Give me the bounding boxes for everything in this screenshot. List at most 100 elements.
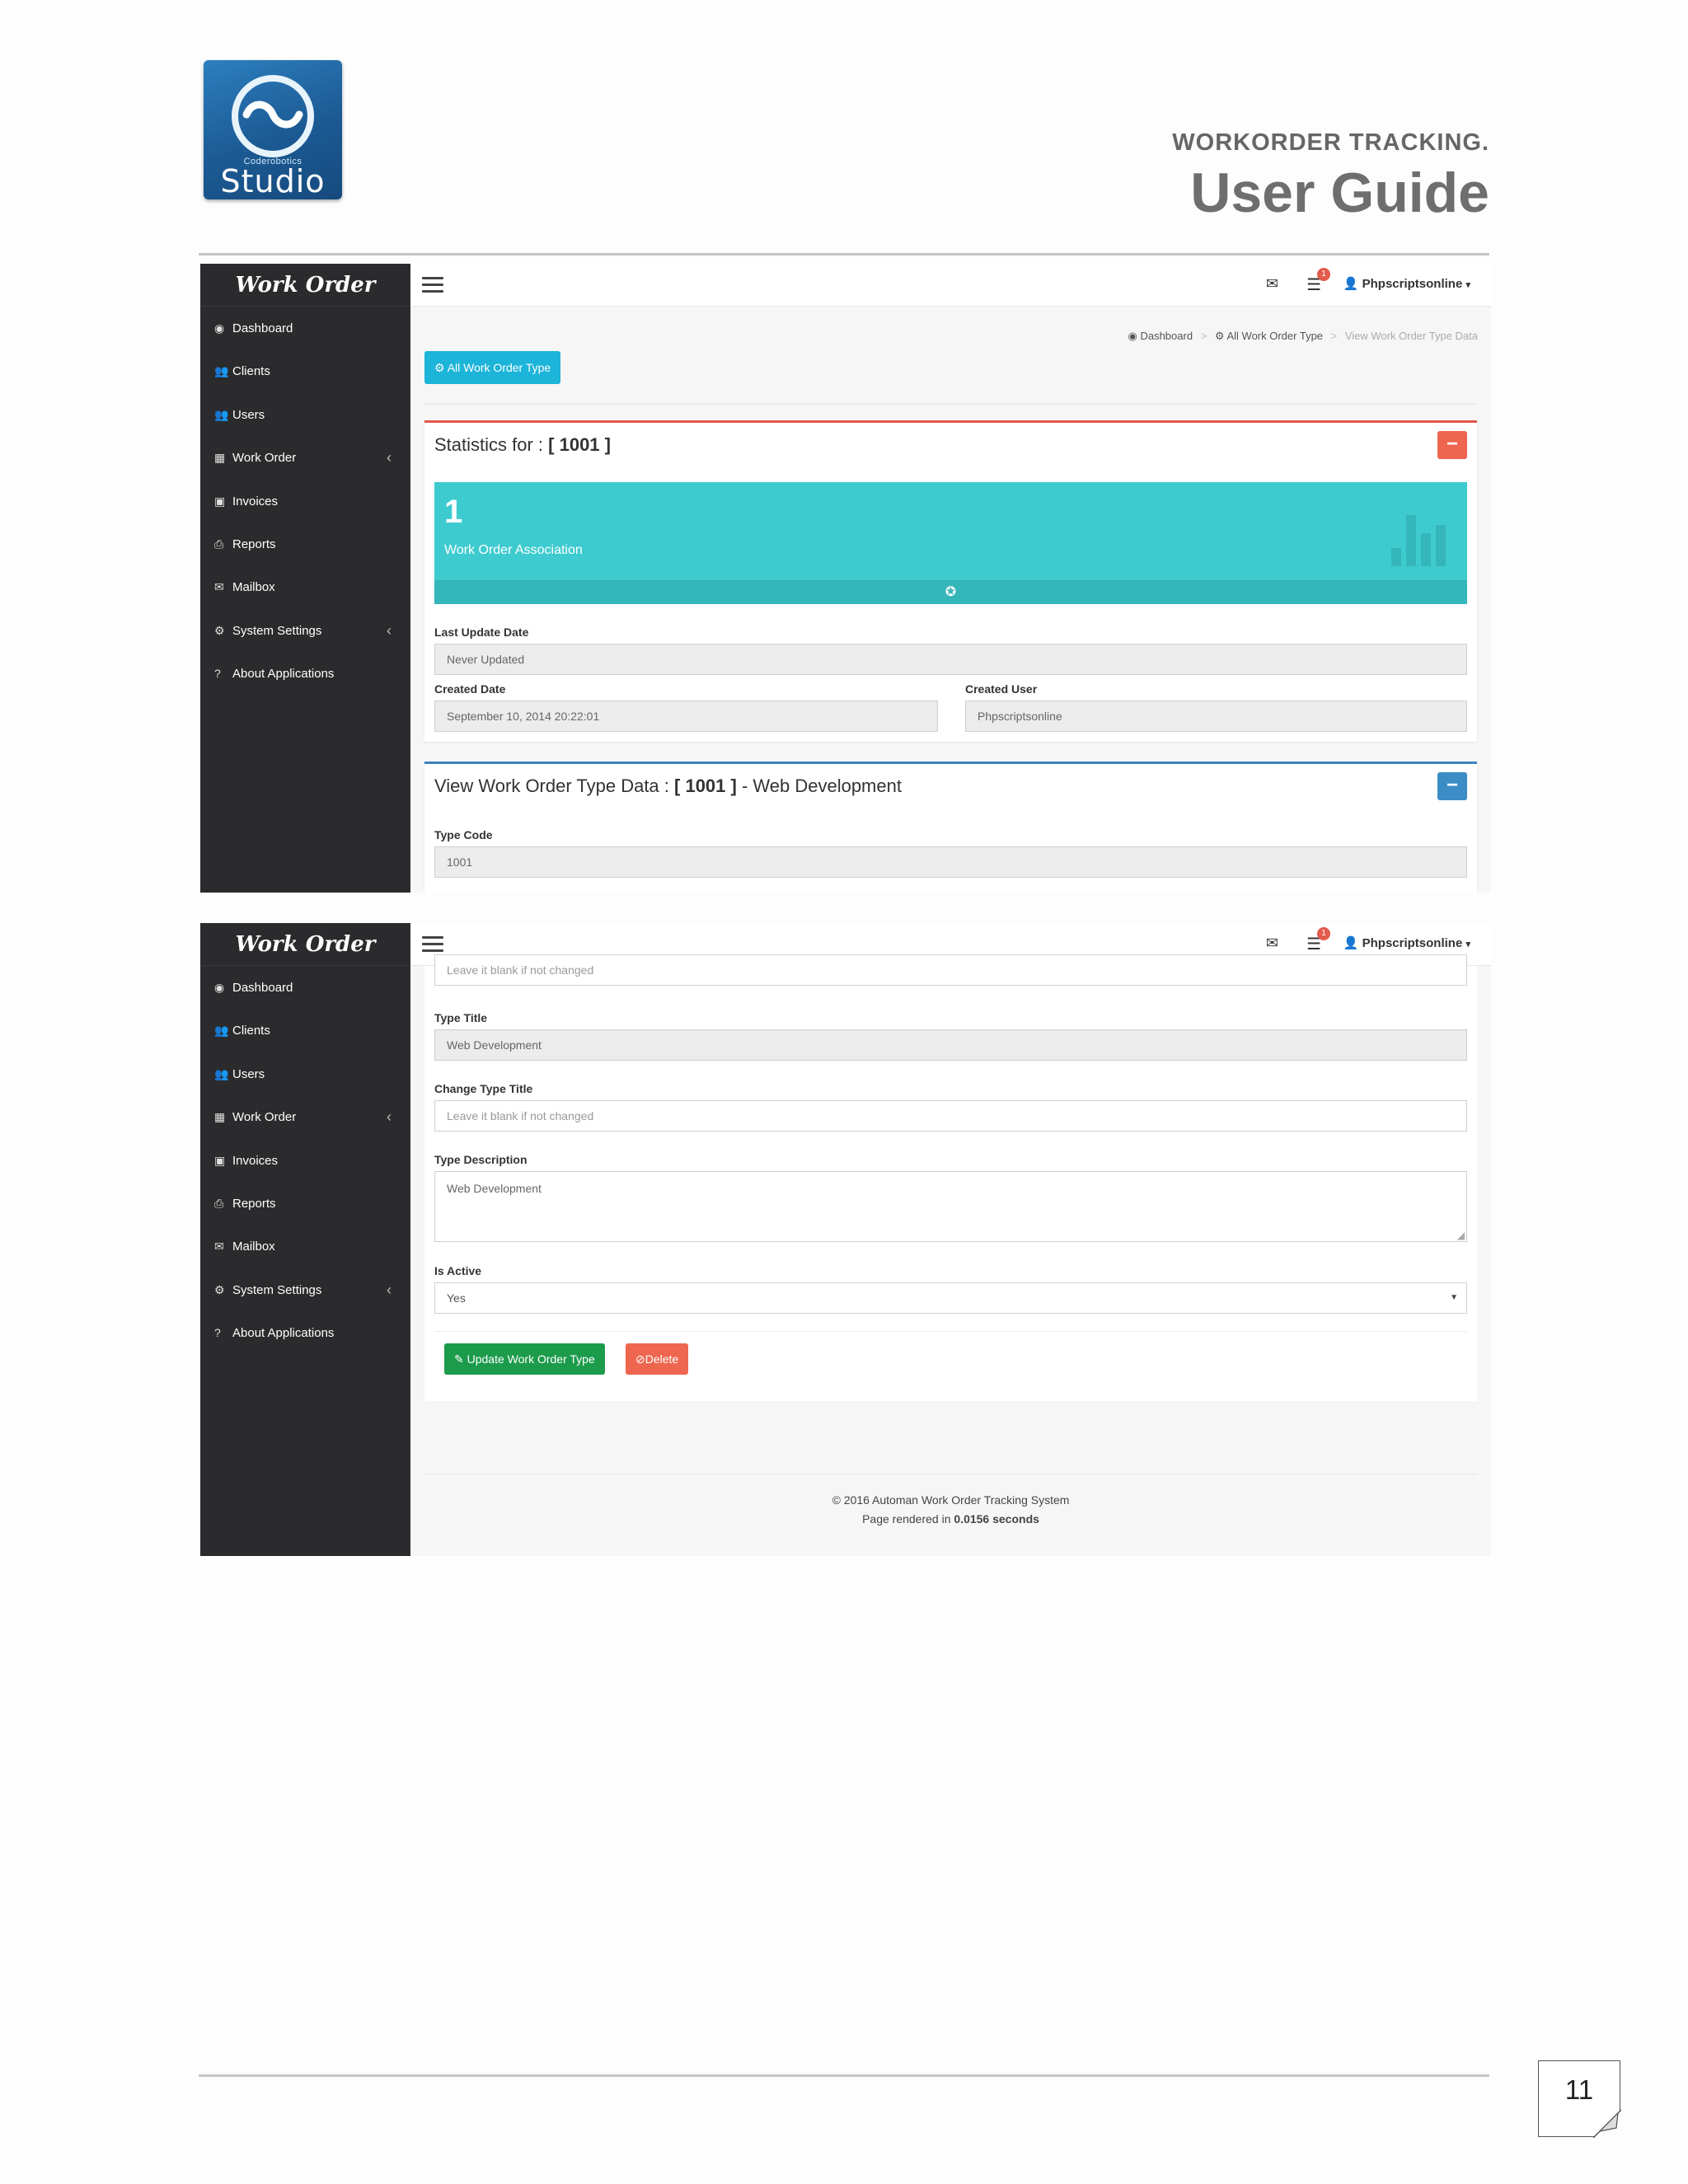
sidebar-item-users[interactable]: 👥 Users: [200, 393, 410, 436]
notification-badge: 1: [1317, 927, 1330, 940]
view-title-prefix: View Work Order Type Data :: [434, 776, 675, 796]
sidebar-item-label: Users: [232, 407, 265, 422]
chevron-left-icon: ‹: [387, 1108, 392, 1126]
sidebar-item-invoices[interactable]: ▣ Invoices: [200, 1139, 410, 1182]
sidebar-item-label: Users: [232, 1066, 265, 1081]
doc-title: User Guide: [1190, 162, 1489, 224]
hamburger-menu-icon[interactable]: [422, 936, 443, 956]
sidebar-item-invoices[interactable]: ▣ Invoices: [200, 480, 410, 523]
main-content: ◉ Dashboard > ⚙ All Work Order Type > Vi…: [410, 307, 1491, 893]
money-icon: ▣: [214, 494, 226, 508]
sidebar-item-clients[interactable]: 👥 Clients: [200, 349, 410, 392]
envelope-icon[interactable]: ✉: [1266, 275, 1278, 293]
statistics-title: Statistics for : [ 1001 ]: [434, 434, 611, 456]
sidebar-item-system-settings[interactable]: ⚙ System Settings ‹: [200, 1268, 410, 1311]
last-update-field: Never Updated: [434, 644, 1467, 675]
type-description-value: Web Development: [447, 1182, 542, 1195]
breadcrumb: ◉ Dashboard > ⚙ All Work Order Type > Vi…: [1128, 330, 1478, 342]
sidebar-item-dashboard[interactable]: ◉ Dashboard: [200, 307, 410, 349]
sidebar-item-reports[interactable]: ⎙ Reports: [200, 523, 410, 565]
sidebar-item-mailbox[interactable]: ✉ Mailbox: [200, 1225, 410, 1268]
bar-chart-icon: [1391, 515, 1446, 566]
sidebar-item-clients[interactable]: 👥 Clients: [200, 1009, 410, 1052]
sidebar-item-label: About Applications: [232, 667, 335, 682]
print-icon: ⎙: [214, 1196, 224, 1210]
render-time-value: 0.0156 seconds: [954, 1512, 1039, 1526]
users-icon: 👥: [214, 1066, 229, 1080]
is-active-label: Is Active: [434, 1264, 482, 1277]
sidebar-item-about[interactable]: ? About Applications: [200, 652, 410, 695]
user-icon: 👤: [1343, 936, 1359, 950]
footer-copyright: © 2016 Automan Work Order Tracking Syste…: [832, 1493, 1070, 1507]
stat-number: 1: [444, 494, 463, 530]
created-date-field: September 10, 2014 20:22:01: [434, 701, 938, 732]
last-update-label: Last Update Date: [434, 626, 529, 639]
sidebar-item-label: System Settings: [232, 1282, 322, 1297]
arrow-circle-icon: ✪: [945, 585, 957, 599]
sidebar: Work Order ◉ Dashboard 👥 Clients 👥 Users ▦ W…: [200, 264, 410, 893]
user-name: Phpscriptsonline: [1362, 277, 1463, 291]
all-work-order-type-button[interactable]: ⚙ All Work Order Type: [424, 351, 561, 384]
breadcrumb-dashboard[interactable]: Dashboard: [1140, 330, 1193, 342]
sidebar-item-work-order[interactable]: ▦ Work Order ‹: [200, 436, 410, 479]
stat-footer-link[interactable]: ✪: [434, 580, 1467, 604]
statistics-title-id: [ 1001 ]: [548, 434, 611, 455]
chart-icon: ▦: [214, 1110, 226, 1124]
envelope-icon[interactable]: ✉: [1266, 935, 1278, 952]
sidebar-item-dashboard[interactable]: ◉ Dashboard: [200, 966, 410, 1009]
gear-icon: ⚙: [1214, 330, 1225, 342]
cogs-icon: ⚙: [214, 623, 225, 637]
stat-card: 1 Work Order Association ✪: [434, 482, 1467, 604]
page-number: 11: [1564, 2074, 1594, 2105]
sidebar-item-system-settings[interactable]: ⚙ System Settings ‹: [200, 609, 410, 652]
caret-down-icon: ▾: [1465, 280, 1470, 290]
hamburger-menu-icon[interactable]: [422, 277, 443, 297]
created-date-label: Created Date: [434, 682, 506, 696]
user-menu[interactable]: 👤 Phpscriptsonline ▾: [1343, 935, 1470, 950]
user-menu[interactable]: 👤 Phpscriptsonline ▾: [1343, 276, 1470, 291]
change-type-code-input[interactable]: Leave it blank if not changed: [434, 954, 1467, 986]
resize-handle-icon[interactable]: ◢: [1457, 1230, 1465, 1240]
type-title-label: Type Title: [434, 1011, 488, 1024]
main-content: Leave it blank if not changed Type Title…: [410, 954, 1491, 1556]
sidebar-item-label: Work Order: [232, 1110, 297, 1125]
collapse-button[interactable]: −: [1437, 431, 1467, 459]
sidebar-item-about[interactable]: ? About Applications: [200, 1311, 410, 1354]
envelope-icon: ✉: [214, 580, 224, 594]
sidebar-item-work-order[interactable]: ▦ Work Order ‹: [200, 1095, 410, 1138]
dashboard-icon: ◉: [1128, 330, 1137, 342]
envelope-icon: ✉: [214, 1240, 224, 1254]
view-type-title: View Work Order Type Data : [ 1001 ] - W…: [434, 776, 902, 797]
page-curl-icon: [1593, 2110, 1621, 2138]
chevron-left-icon: ‹: [387, 1281, 392, 1298]
cogs-icon: ⚙: [214, 1282, 225, 1296]
sidebar: Work Order ◉ Dashboard 👥 Clients 👥 Users ▦ W…: [200, 923, 410, 1556]
type-title-field: Web Development: [434, 1029, 1467, 1061]
sidebar-item-label: Reports: [232, 1196, 276, 1211]
change-type-title-input[interactable]: Leave it blank if not changed: [434, 1100, 1467, 1132]
update-work-order-type-button[interactable]: ✎ Update Work Order Type: [444, 1343, 605, 1375]
stat-label: Work Order Association: [444, 543, 583, 557]
sidebar-item-label: Work Order: [232, 451, 297, 466]
dashboard-icon: ◉: [214, 321, 225, 335]
sidebar-item-label: Dashboard: [232, 981, 293, 995]
is-active-select[interactable]: Yes ▼: [434, 1282, 1467, 1314]
brand-logo[interactable]: Work Order: [200, 264, 410, 307]
delete-button[interactable]: ⊘Delete: [626, 1343, 689, 1375]
sidebar-item-reports[interactable]: ⎙ Reports: [200, 1182, 410, 1225]
footer-rule: [199, 2074, 1489, 2077]
sidebar-item-mailbox[interactable]: ✉ Mailbox: [200, 565, 410, 608]
sidebar-item-users[interactable]: 👥 Users: [200, 1052, 410, 1095]
chevron-left-icon: ‹: [387, 449, 392, 466]
form-divider: [434, 1331, 1467, 1332]
type-code-field: 1001: [434, 846, 1467, 878]
type-description-textarea[interactable]: Web Development ◢: [434, 1171, 1467, 1242]
sidebar-item-label: Invoices: [232, 1153, 279, 1168]
collapse-button[interactable]: −: [1437, 772, 1467, 800]
breadcrumb-all-work-order-type[interactable]: All Work Order Type: [1226, 330, 1323, 342]
button-label: All Work Order Type: [447, 361, 551, 374]
page-number-box: 11: [1538, 2060, 1621, 2138]
brand-logo[interactable]: Work Order: [200, 923, 410, 966]
created-user-field: Phpscriptsonline: [965, 701, 1467, 732]
sidebar-nav: ◉ Dashboard 👥 Clients 👥 Users ▦ Work Order ‹ …: [200, 307, 410, 696]
